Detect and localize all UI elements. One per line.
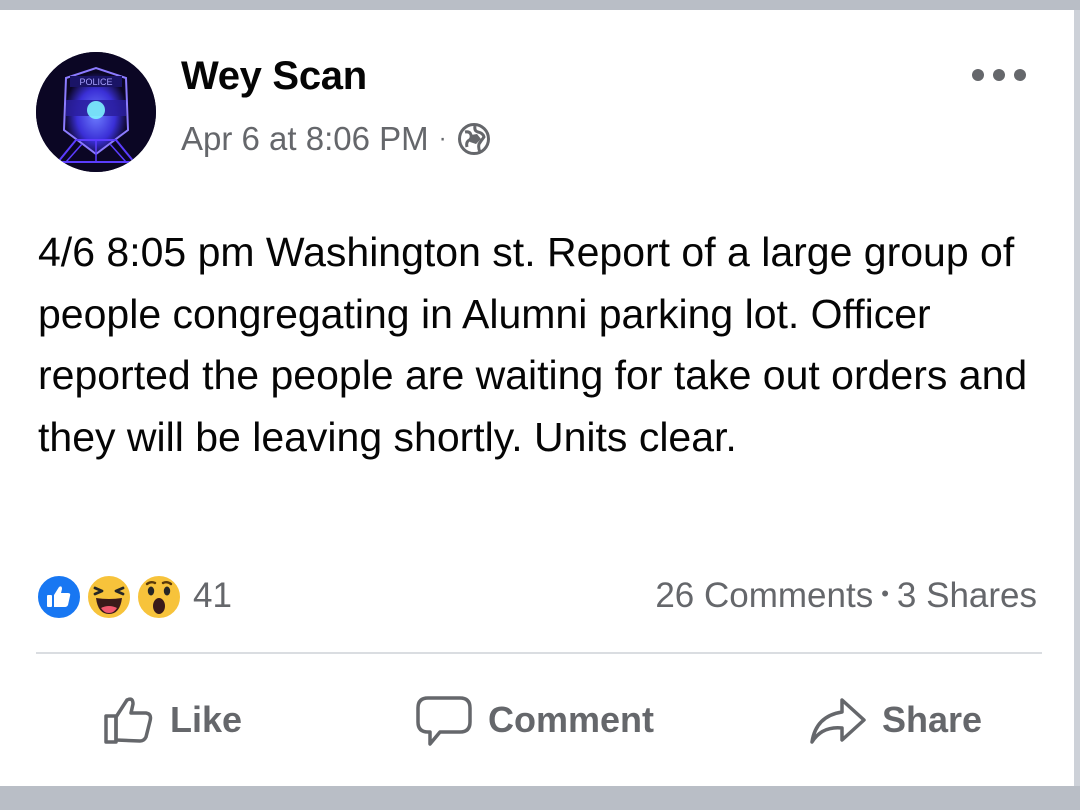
- avatar-badge-text: POLICE: [79, 77, 112, 87]
- shares-count-link[interactable]: 3 Shares: [897, 576, 1037, 615]
- haha-reaction-icon: [86, 574, 132, 620]
- thumbs-up-icon: [104, 697, 153, 744]
- post-text: 4/6 8:05 pm Washington st. Report of a l…: [38, 229, 1028, 460]
- like-reaction-icon: [36, 574, 82, 620]
- like-button-label: Like: [170, 699, 243, 740]
- police-badge-icon: POLICE: [36, 52, 156, 172]
- ellipsis-icon: [972, 69, 984, 81]
- engagement-summary: 26 Comments • 3 Shares: [655, 576, 1037, 616]
- avatar[interactable]: POLICE: [36, 52, 156, 172]
- wow-reaction-icon: [136, 574, 182, 620]
- share-arrow-icon: [810, 698, 866, 744]
- comments-count-link[interactable]: 26 Comments: [655, 576, 873, 615]
- post-meta: Apr 6 at 8:06 PM ·: [181, 119, 491, 159]
- ellipsis-dot: [993, 69, 1005, 81]
- meta-separator: ·: [438, 125, 447, 152]
- comment-button[interactable]: Comment: [414, 682, 654, 758]
- share-button-label: Share: [882, 699, 983, 740]
- page-name[interactable]: Wey Scan: [181, 54, 367, 99]
- divider: [36, 652, 1042, 654]
- comment-button-label: Comment: [488, 699, 655, 740]
- globe-icon: [457, 123, 490, 155]
- engagement-separator: •: [881, 581, 889, 606]
- share-button[interactable]: Share: [808, 682, 982, 758]
- comment-bubble-icon: [416, 696, 472, 746]
- reaction-count: 41: [193, 576, 232, 615]
- bottom-strip: [0, 786, 1080, 810]
- ellipsis-dot: [1014, 69, 1026, 81]
- top-strip: [0, 0, 1080, 10]
- like-button[interactable]: Like: [100, 682, 242, 758]
- action-bar: Like Comment Share: [0, 682, 1074, 758]
- post-card: POLICE Wey Scan Apr 6 at 8:06 PM · 4/6 8…: [0, 10, 1074, 786]
- more-options-button[interactable]: [972, 60, 1026, 90]
- timestamp[interactable]: Apr 6 at 8:06 PM: [181, 120, 429, 158]
